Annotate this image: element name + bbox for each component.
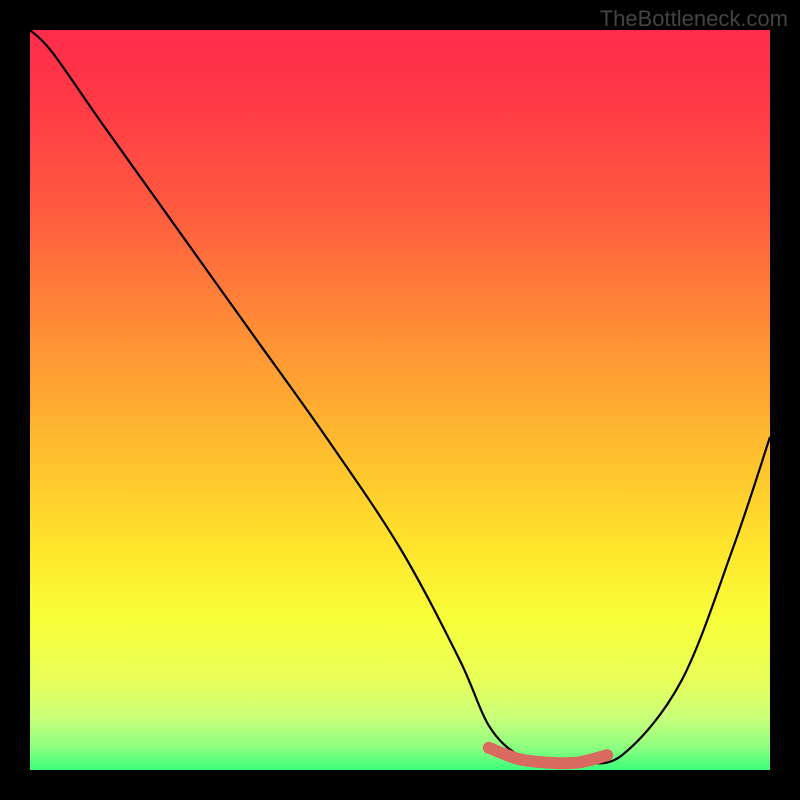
watermark-text: TheBottleneck.com	[600, 6, 788, 32]
highlight-segment	[489, 748, 607, 764]
chart-plot-area	[30, 30, 770, 770]
main-curve	[30, 30, 770, 764]
chart-svg	[30, 30, 770, 770]
